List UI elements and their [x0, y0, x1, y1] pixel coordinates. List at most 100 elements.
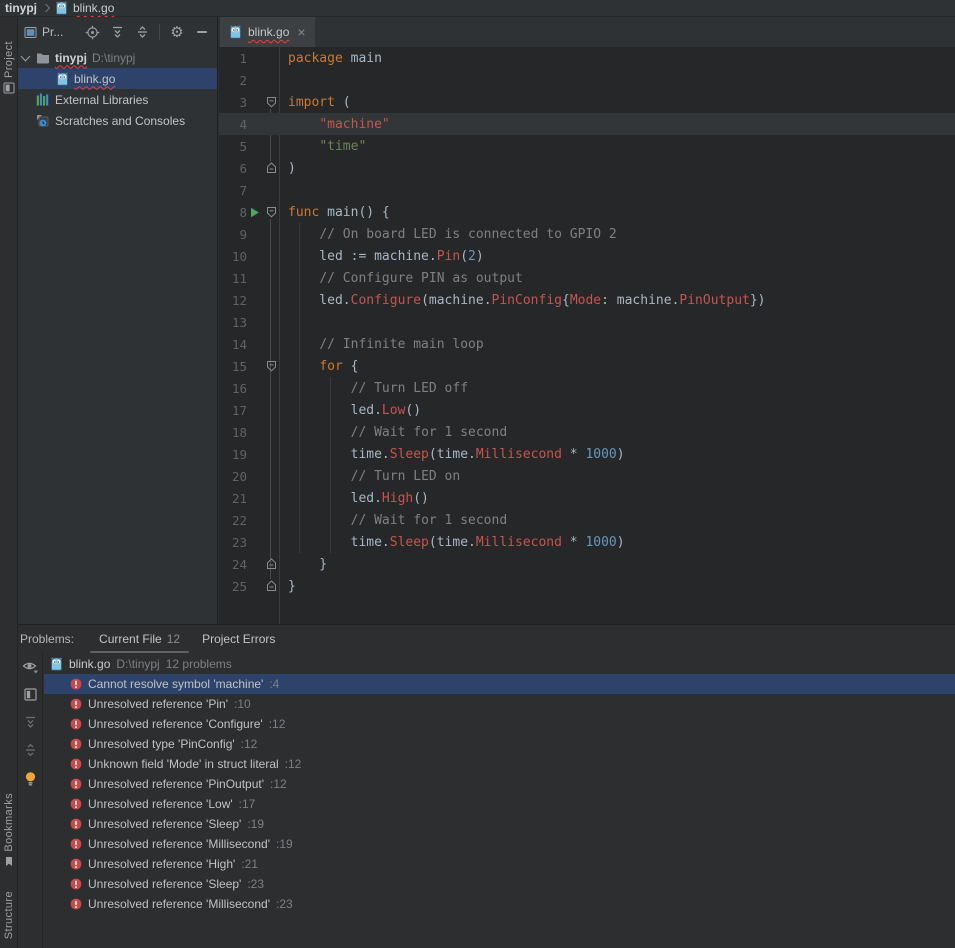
toolbar-separator — [159, 24, 160, 40]
expand-all-button[interactable] — [24, 715, 37, 729]
project-tree-row-scratches-and-consoles[interactable]: Scratches and Consoles — [18, 110, 217, 131]
problem-row-7[interactable]: Unresolved reference 'Low':17 — [44, 794, 955, 814]
code-line-7[interactable]: 7 — [219, 179, 955, 201]
project-tree-row-tinypj[interactable]: tinypj D:\tinypj — [18, 47, 217, 68]
error-icon — [70, 778, 82, 790]
line-number: 12 — [231, 292, 247, 308]
code-line-1[interactable]: 1 package main — [219, 47, 955, 69]
code-line-8[interactable]: 8 func main() { — [219, 201, 955, 223]
fold-start-icon[interactable] — [266, 96, 277, 108]
code-line-24[interactable]: 24 } — [219, 553, 955, 575]
editor-tab-blink-go[interactable]: blink.go × — [220, 17, 315, 47]
code-line-20[interactable]: 20 // Turn LED on — [219, 465, 955, 487]
code-line-10[interactable]: 10 led := machine.Pin(2) — [219, 245, 955, 267]
expand-all-button[interactable] — [108, 23, 126, 41]
code-line-4[interactable]: 4 "machine" — [219, 113, 955, 135]
code-line-5[interactable]: 5 "time" — [219, 135, 955, 157]
chevron-down-icon[interactable] — [20, 51, 31, 61]
problem-row-2[interactable]: Unresolved reference 'Pin':10 — [44, 694, 955, 714]
code-line-19[interactable]: 19 time.Sleep(time.Millisecond * 1000) — [219, 443, 955, 465]
project-panel-title[interactable]: Pr... — [24, 25, 63, 39]
collapse-all-button[interactable] — [133, 23, 151, 41]
fold-start-icon[interactable] — [266, 206, 277, 218]
code-line-25[interactable]: 25} — [219, 575, 955, 597]
tool-window-stripe: Project Bookmarks Structure — [0, 17, 18, 948]
problem-row-6[interactable]: Unresolved reference 'PinOutput':12 — [44, 774, 955, 794]
external-libraries-icon — [36, 93, 50, 106]
code-line-23[interactable]: 23 time.Sleep(time.Millisecond * 1000) — [219, 531, 955, 553]
chevron-right-icon — [41, 3, 51, 13]
code-line-2[interactable]: 2 — [219, 69, 955, 91]
error-icon — [70, 758, 82, 770]
fold-end-icon[interactable] — [266, 162, 277, 174]
problem-row-4[interactable]: Unresolved type 'PinConfig':12 — [44, 734, 955, 754]
fold-start-icon[interactable] — [266, 360, 277, 372]
tool-stripe-structure[interactable]: Structure — [0, 891, 18, 939]
code-editor[interactable]: 1 package main 2 3 import (4 "machine" 5 "tim… — [219, 47, 955, 624]
problem-row-3[interactable]: Unresolved reference 'Configure':12 — [44, 714, 955, 734]
code-line-3[interactable]: 3 import ( — [219, 91, 955, 113]
locate-file-button[interactable] — [83, 23, 101, 41]
problems-toolbar — [18, 653, 43, 948]
code-line-18[interactable]: 18 // Wait for 1 second — [219, 421, 955, 443]
code-line-6[interactable]: 6) — [219, 157, 955, 179]
line-number: 20 — [231, 468, 247, 484]
problems-label: Problems: — [20, 632, 75, 646]
line-number: 3 — [239, 94, 247, 110]
breadcrumb-file[interactable]: blink.go — [73, 1, 114, 15]
code-line-13[interactable]: 13 — [219, 311, 955, 333]
fold-end-icon[interactable] — [266, 580, 277, 592]
tool-stripe-project[interactable]: Project — [0, 41, 18, 94]
problem-row-10[interactable]: Unresolved reference 'High':21 — [44, 854, 955, 874]
line-number: 13 — [231, 314, 247, 330]
hide-panel-button[interactable] — [193, 23, 211, 41]
problems-file-row[interactable]: blink.go D:\tinypj 12 problems — [44, 654, 955, 674]
code-line-11[interactable]: 11 // Configure PIN as output — [219, 267, 955, 289]
line-number: 24 — [231, 556, 247, 572]
problem-row-11[interactable]: Unresolved reference 'Sleep':23 — [44, 874, 955, 894]
code-line-21[interactable]: 21 led.High() — [219, 487, 955, 509]
code-line-9[interactable]: 9 // On board LED is connected to GPIO 2 — [219, 223, 955, 245]
line-number: 23 — [231, 534, 247, 550]
problem-row-8[interactable]: Unresolved reference 'Sleep':19 — [44, 814, 955, 834]
quick-fix-lightbulb-icon[interactable] — [24, 771, 37, 787]
project-window-icon — [24, 26, 37, 38]
tool-stripe-bookmarks[interactable]: Bookmarks — [0, 793, 18, 867]
project-tree-row-blink-go[interactable]: blink.go — [18, 68, 217, 89]
error-icon — [70, 838, 82, 850]
code-line-22[interactable]: 22 // Wait for 1 second — [219, 509, 955, 531]
code-line-12[interactable]: 12 led.Configure(machine.PinConfig{Mode:… — [219, 289, 955, 311]
collapse-all-button[interactable] — [24, 743, 37, 757]
scratches-icon — [36, 114, 50, 127]
editor-tab-title: blink.go — [248, 25, 290, 39]
code-line-17[interactable]: 17 led.Low() — [219, 399, 955, 421]
problem-row-5[interactable]: Unknown field 'Mode' in struct literal:1… — [44, 754, 955, 774]
problems-tab-current-file[interactable]: Current File 12 — [88, 625, 191, 653]
code-line-16[interactable]: 16 // Turn LED off — [219, 377, 955, 399]
breadcrumb-project[interactable]: tinypj — [5, 1, 37, 15]
line-number: 7 — [239, 182, 247, 198]
problems-count-badge: 12 — [166, 632, 181, 646]
code-line-14[interactable]: 14 // Infinite main loop — [219, 333, 955, 355]
breadcrumb: tinypj blink.go — [0, 0, 955, 17]
project-tree-row-external-libraries[interactable]: External Libraries — [18, 89, 217, 110]
run-main-icon[interactable] — [250, 207, 260, 218]
project-tool-icon — [3, 82, 15, 94]
editor-area: blink.go × 1 package main 2 3 import (4 "mac… — [219, 17, 955, 624]
line-number: 2 — [239, 72, 247, 88]
problem-row-12[interactable]: Unresolved reference 'Millisecond':23 — [44, 894, 955, 914]
code-line-15[interactable]: 15 for { — [219, 355, 955, 377]
problem-row-9[interactable]: Unresolved reference 'Millisecond':19 — [44, 834, 955, 854]
error-icon — [70, 738, 82, 750]
line-number: 22 — [231, 512, 247, 528]
problem-row-1[interactable]: Cannot resolve symbol 'machine':4 — [44, 674, 955, 694]
tab-close-icon[interactable]: × — [297, 25, 305, 39]
problems-tab-project-errors[interactable]: Project Errors — [191, 625, 286, 653]
preview-layout-button[interactable] — [23, 688, 37, 701]
view-options-eye-button[interactable] — [22, 660, 39, 674]
fold-end-icon[interactable] — [266, 558, 277, 570]
error-icon — [70, 898, 82, 910]
tool-stripe-bookmarks-label: Bookmarks — [3, 793, 15, 852]
settings-gear-button[interactable]: ⚙ — [168, 23, 186, 41]
line-number: 15 — [231, 358, 247, 374]
